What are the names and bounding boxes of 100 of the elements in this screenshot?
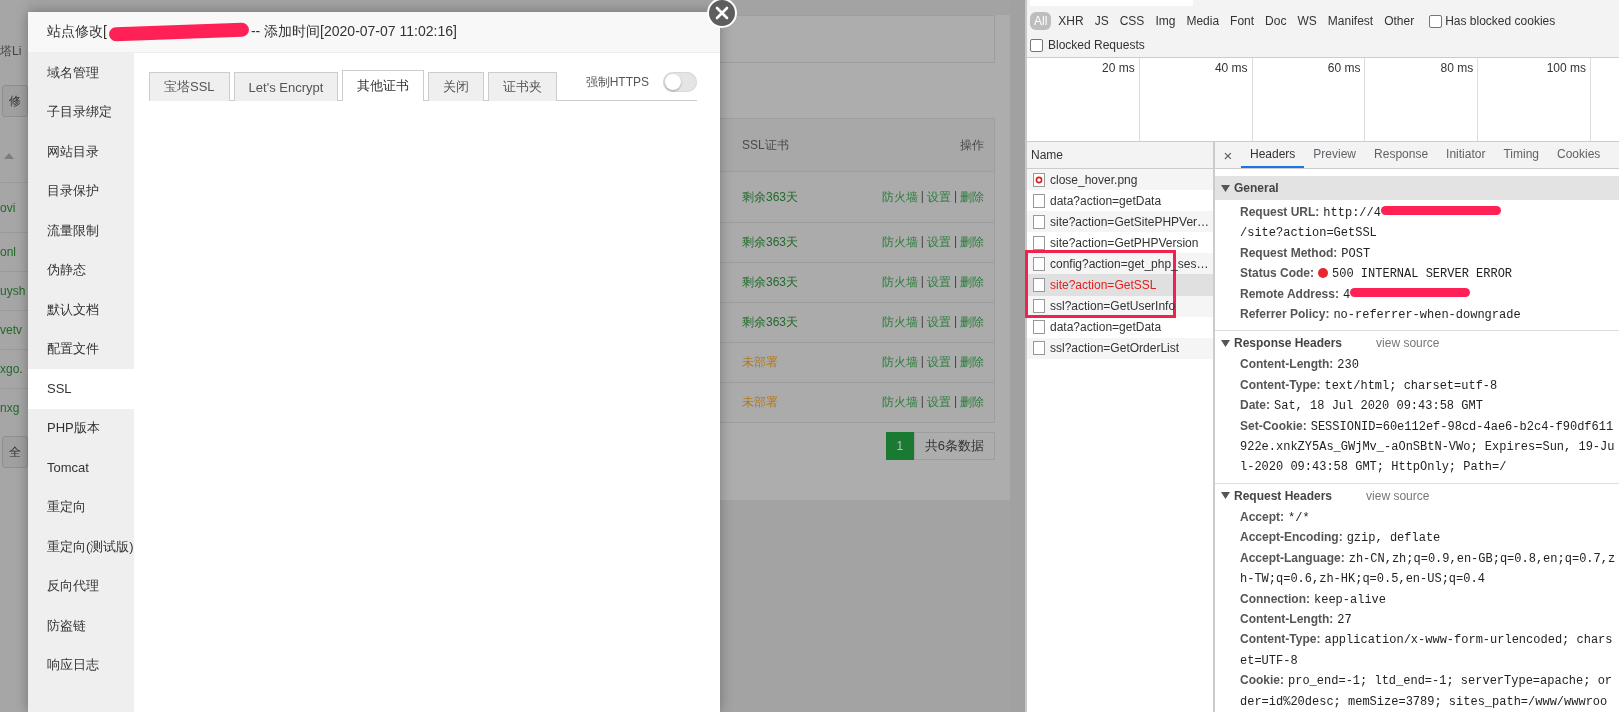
header-value: 4 xyxy=(1342,287,1351,302)
header-name: Request URL: xyxy=(1240,205,1320,219)
ssl-status-text: 未部署 xyxy=(742,394,778,411)
breadcrumb-text: 塔Li xyxy=(0,42,22,60)
separator-text: | xyxy=(920,354,924,370)
type-filter[interactable]: Doc xyxy=(1261,12,1291,30)
request-name[interactable]: site?action=GetPHPVersion xyxy=(1050,235,1199,250)
close-icon[interactable]: × xyxy=(1215,142,1241,168)
header-line: Content-Length: 230 xyxy=(1240,356,1360,375)
section-title[interactable]: Response Headers xyxy=(1234,336,1343,351)
tick-label: 20 ms xyxy=(1102,61,1135,75)
ssl-status-text: 未部署 xyxy=(742,354,778,371)
sidebar-item[interactable]: Tomcat xyxy=(28,448,134,488)
request-name[interactable]: data?action=getData xyxy=(1050,193,1162,208)
section-title[interactable]: General xyxy=(1234,181,1279,195)
ssl-status-text: 剩余363天 xyxy=(742,314,799,331)
triangle-icon[interactable] xyxy=(1221,184,1230,192)
ssl-status-text: 剩余363天 xyxy=(742,274,799,291)
header-line: Accept: */* xyxy=(1240,508,1311,527)
type-filter[interactable]: Font xyxy=(1226,12,1259,30)
ssl-status-text: 剩余363天 xyxy=(742,188,799,206)
detail-tab[interactable]: Preview xyxy=(1304,142,1366,168)
view-source-link[interactable]: view source xyxy=(1366,488,1430,503)
sidebar-item[interactable]: PHP版本 xyxy=(28,408,134,448)
sidebar-item[interactable]: 流量限制 xyxy=(28,211,134,251)
triangle-icon[interactable] xyxy=(1221,492,1230,500)
type-filter[interactable]: Manifest xyxy=(1323,12,1378,30)
view-source-link[interactable]: view source xyxy=(1376,336,1440,351)
separator-text: | xyxy=(920,188,924,205)
sidebar-item[interactable]: 配置文件 xyxy=(28,329,134,369)
type-filter[interactable]: Other xyxy=(1380,12,1419,30)
type-filter[interactable]: CSS xyxy=(1115,12,1149,30)
tick-label: 100 ms xyxy=(1546,61,1586,75)
sidebar-item[interactable]: 伪静态 xyxy=(28,250,134,290)
sidebar-item[interactable]: SSL xyxy=(28,369,134,409)
separator-text: | xyxy=(953,188,957,205)
header-value: http://4 xyxy=(1323,206,1381,220)
detail-tab[interactable]: Timing xyxy=(1494,142,1548,168)
header-value: 500 INTERNAL SERVER ERROR xyxy=(1332,267,1513,282)
certificate-tab[interactable]: 关闭 xyxy=(428,72,485,101)
type-filter[interactable]: JS xyxy=(1090,12,1113,30)
type-filter[interactable]: Media xyxy=(1182,12,1224,30)
type-filter[interactable]: XHR xyxy=(1054,12,1088,30)
certificate-tab[interactable]: 其他证书 xyxy=(342,70,425,101)
certificate-tab[interactable]: Let's Encrypt xyxy=(233,72,339,101)
close-icon[interactable] xyxy=(707,0,737,28)
triangle-icon[interactable] xyxy=(1221,339,1230,347)
separator-text: | xyxy=(920,314,924,330)
total-count: 共6条数据 xyxy=(913,432,995,460)
certificate-tab[interactable]: 宝塔SSL xyxy=(149,72,230,101)
sidebar-item[interactable]: 默认文档 xyxy=(28,290,134,330)
sidebar-item[interactable]: 重定向 xyxy=(28,487,134,527)
separator-text: | xyxy=(920,274,924,290)
checkbox[interactable] xyxy=(1429,14,1443,28)
header-line: Content-Type: text/html; charset=utf-8 xyxy=(1240,376,1499,395)
sidebar-item[interactable]: 防盗链 xyxy=(28,606,134,646)
file-icon xyxy=(1033,214,1045,229)
section-title[interactable]: Request Headers xyxy=(1234,488,1333,503)
ssl-status-text: 剩余363天 xyxy=(742,234,799,251)
header-line: Date: Sat, 18 Jul 2020 09:43:58 GMT xyxy=(1240,397,1484,416)
force-https-label: 强制HTTPS xyxy=(585,73,649,91)
sidebar-item[interactable]: 反向代理 xyxy=(28,566,134,606)
checkbox-label: Has blocked cookies xyxy=(1445,14,1556,28)
column-header: 操作 xyxy=(960,136,984,154)
sidebar-item[interactable]: 域名管理 xyxy=(28,53,134,93)
column-header: SSL证书 xyxy=(742,136,789,154)
file-icon xyxy=(1033,256,1045,271)
header-line: Request Method: POST xyxy=(1240,244,1372,263)
header-line: Set-Cookie: SESSIONID=60e112ef-98cd-4ae6-b2c4-f90df611922e.xnkZY5As_GWjMv_-aOnSBtN-VWo; Expires=Sun, 19-Jul-2020 09:43:58 GMT; HttpOnly; Path=/ xyxy=(1240,417,1616,477)
separator-text: | xyxy=(920,394,924,410)
header-line: Connection: keep-alive xyxy=(1240,590,1387,609)
type-filter[interactable]: WS xyxy=(1293,12,1321,30)
select-all-button[interactable]: 全 xyxy=(2,436,28,468)
sort-caret-icon xyxy=(4,153,14,159)
sidebar-item[interactable]: 重定向(测试版) xyxy=(28,527,134,567)
file-icon xyxy=(1033,278,1045,292)
type-filter[interactable]: Img xyxy=(1151,12,1180,30)
sidebar-item[interactable]: 网站目录 xyxy=(28,132,134,172)
header-name: Remote Address: xyxy=(1240,286,1339,301)
separator-text: | xyxy=(953,394,957,410)
separator-text: | xyxy=(920,234,924,250)
image-file-icon xyxy=(1033,172,1045,187)
checkbox[interactable] xyxy=(1030,38,1043,52)
certificate-tab[interactable]: 证书夹 xyxy=(488,72,558,101)
tick-label: 80 ms xyxy=(1440,61,1474,75)
file-icon xyxy=(1033,193,1045,208)
tick-label: 60 ms xyxy=(1327,61,1361,75)
sidebar-item[interactable]: 响应日志 xyxy=(28,645,134,685)
sidebar-item[interactable]: 目录保护 xyxy=(28,171,134,211)
detail-tab[interactable]: Cookies xyxy=(1548,142,1610,168)
request-name[interactable]: data?action=getData xyxy=(1050,320,1162,335)
file-icon xyxy=(1033,341,1045,356)
sidebar-item[interactable]: 子目录绑定 xyxy=(28,92,134,132)
detail-tab[interactable]: Headers xyxy=(1241,142,1305,168)
header-line: Accept-Encoding: gzip, deflate xyxy=(1240,529,1442,548)
tick-label: 40 ms xyxy=(1214,61,1248,75)
detail-tab[interactable]: Initiator xyxy=(1437,142,1495,168)
toolbar-button[interactable]: 修 xyxy=(2,85,28,117)
detail-tab[interactable]: Response xyxy=(1365,142,1438,168)
force-https-toggle[interactable] xyxy=(663,72,697,92)
